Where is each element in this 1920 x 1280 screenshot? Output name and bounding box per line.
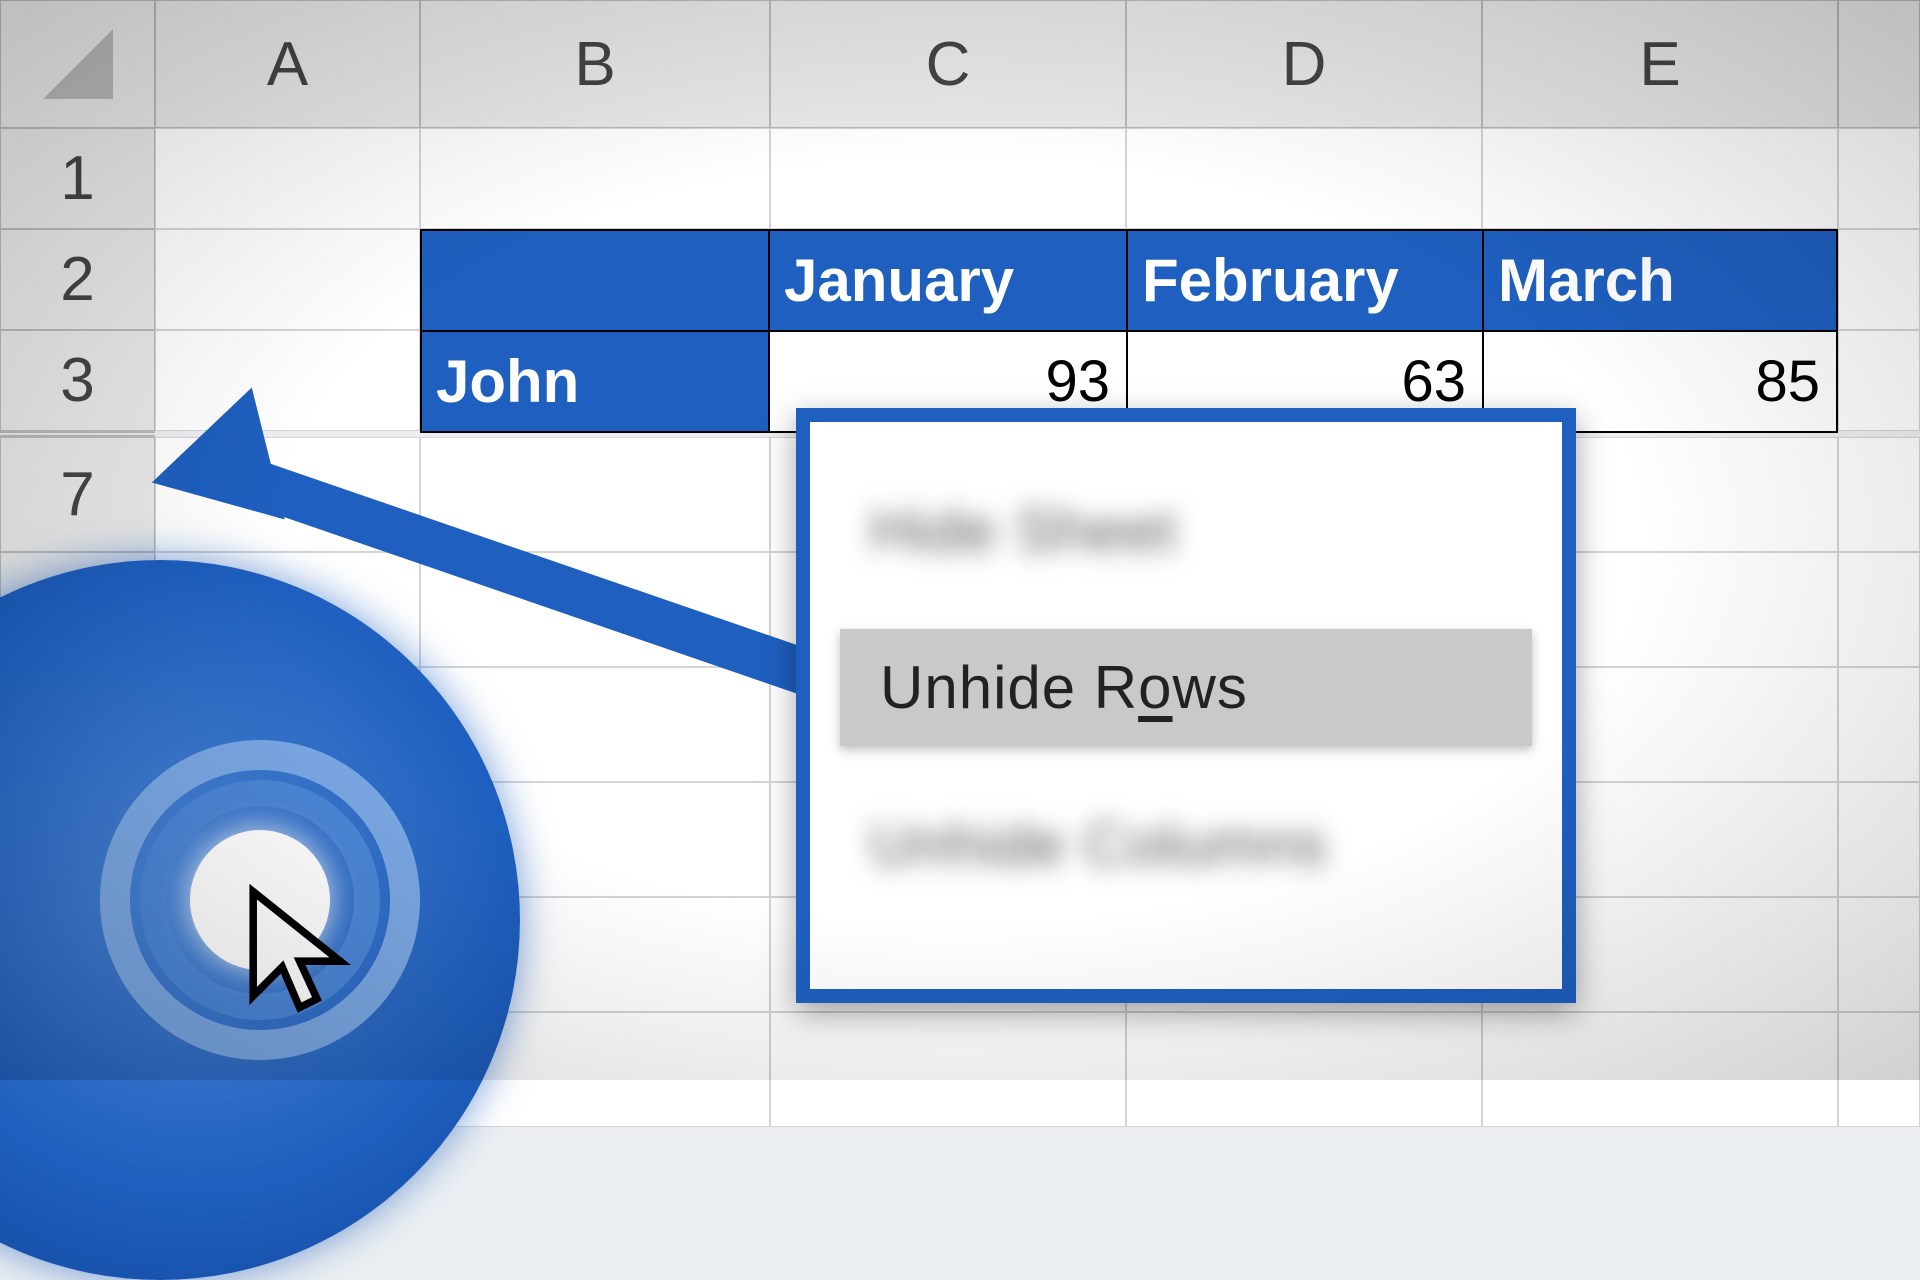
menu-item-label-after: ws [1173,654,1248,721]
cell-F7[interactable] [1838,437,1920,552]
table-header-name[interactable] [420,229,770,332]
cell-F12[interactable] [1838,1012,1920,1127]
context-menu: Hide Sheet Unhide Rows Unhide Columns [796,408,1576,1003]
col-header-F[interactable] [1838,0,1920,128]
row-header-1[interactable]: 1 [0,128,155,229]
cell-F11[interactable] [1838,897,1920,1012]
menu-item-unhide-rows[interactable]: Unhide Rows [840,629,1532,746]
cell-F10[interactable] [1838,782,1920,897]
row-header-7[interactable]: 7 [0,437,155,552]
menu-item-unhide-columns[interactable]: Unhide Columns [830,786,1542,903]
cell-D1[interactable] [1126,128,1482,229]
menu-item-label-before: Unhide R [880,654,1138,721]
cell-F8[interactable] [1838,552,1920,667]
table-header-january[interactable]: January [768,229,1128,332]
spreadsheet: A B C D E 1 2 3 7 8 [0,0,1920,1080]
cell-B1[interactable] [420,128,770,229]
col-header-E[interactable]: E [1482,0,1838,128]
col-header-D[interactable]: D [1126,0,1482,128]
select-all-triangle-icon [43,29,113,99]
select-all-corner[interactable] [0,0,155,128]
menu-item-hide-sheet[interactable]: Hide Sheet [830,472,1542,589]
cell-D12[interactable] [1126,1012,1482,1127]
cell-E12[interactable] [1482,1012,1838,1127]
row-header-3[interactable]: 3 [0,330,155,431]
cell-C12[interactable] [770,1012,1126,1127]
cursor-icon [230,880,369,1019]
cell-F2[interactable] [1838,229,1920,330]
table-header-february[interactable]: February [1126,229,1484,332]
col-header-C[interactable]: C [770,0,1126,128]
cell-F9[interactable] [1838,667,1920,782]
col-header-A[interactable]: A [155,0,420,128]
menu-item-label-underline: o [1138,654,1172,721]
cell-F1[interactable] [1838,128,1920,229]
cell-A1[interactable] [155,128,420,229]
col-header-B[interactable]: B [420,0,770,128]
cell-C1[interactable] [770,128,1126,229]
cell-E1[interactable] [1482,128,1838,229]
row-header-2[interactable]: 2 [0,229,155,330]
cell-A2[interactable] [155,229,420,330]
table-row-name[interactable]: John [420,330,770,433]
cell-F3[interactable] [1838,330,1920,431]
table-header-march[interactable]: March [1482,229,1838,332]
